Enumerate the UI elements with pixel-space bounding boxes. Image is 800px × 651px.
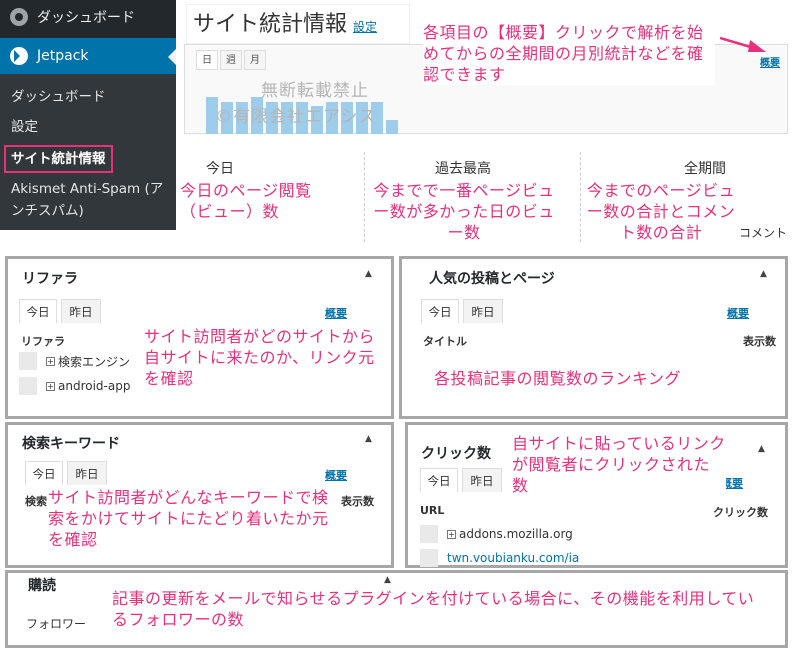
sidebar-item-dashboard[interactable]: ダッシュボード	[0, 0, 176, 34]
note-today: 今日のページ閲覧（ビュー）数	[176, 180, 336, 222]
tab-today[interactable]: 今日	[420, 468, 458, 492]
collapse-caret-icon[interactable]: ▲	[758, 444, 765, 454]
column-header: 表示数	[341, 495, 374, 508]
overview-link[interactable]: 概要	[760, 54, 780, 69]
submenu-dashboard[interactable]: ダッシュボード	[11, 86, 106, 108]
overview-link[interactable]: 概要	[325, 305, 347, 321]
collapse-caret-icon[interactable]: ▲	[384, 575, 391, 585]
tab-today[interactable]: 今日	[25, 461, 63, 485]
column-header: URL	[420, 504, 445, 517]
stat-today-label: 今日	[206, 161, 234, 177]
collapse-caret-icon[interactable]: ▲	[365, 269, 372, 279]
overview-link[interactable]: 概要	[325, 467, 347, 483]
divider	[364, 152, 365, 242]
sidebar-item-label: Jetpack	[37, 48, 89, 64]
note-alltime: 今までのページビュー数の合計とコメント数の合計	[586, 180, 736, 243]
tab-yesterday[interactable]: 昨日	[67, 461, 107, 485]
submenu-site-stats[interactable]: サイト統計情報	[4, 145, 113, 173]
column-header: 表示数	[743, 335, 776, 348]
note-referrer: サイト訪問者がどのサイトから自サイトに来たのか、リンク元を確認	[144, 326, 384, 389]
stat-comments-label: コメント	[739, 226, 788, 240]
widget-title: 購読	[28, 578, 56, 594]
collapse-caret-icon[interactable]: ▲	[760, 269, 767, 279]
divider	[580, 152, 581, 242]
column-header: タイトル	[423, 335, 467, 348]
column-header: リファラ	[21, 335, 65, 348]
widget-title: 人気の投稿とページ	[429, 271, 555, 287]
jetpack-icon	[10, 47, 28, 65]
note-search: サイト訪問者がどんなキーワードで検索をかけてサイトにたどり着いたか元を確認	[48, 487, 330, 550]
sidebar-item-jetpack[interactable]: Jetpack	[0, 38, 176, 74]
red-arrow-icon	[720, 36, 766, 52]
tab-day[interactable]: 日	[196, 50, 218, 70]
column-header: 検索	[25, 495, 47, 508]
admin-sidebar: ダッシュボード Jetpack ダッシュボード 設定 サイト統計情報 Akism…	[0, 0, 176, 230]
tab-yesterday[interactable]: 昨日	[463, 299, 503, 323]
stat-alltime-label: 全期間	[684, 161, 726, 177]
dashboard-icon	[10, 8, 28, 26]
tab-yesterday[interactable]: 昨日	[462, 468, 502, 492]
note-subscribe: 記事の更新をメールで知らせるプラグインを付けている場合に、その機能を利用している…	[112, 588, 758, 630]
tab-today[interactable]: 今日	[19, 299, 57, 323]
tab-month[interactable]: 月	[244, 50, 266, 70]
note-best: 今までで一番ページビュー数が多かった日のビュー数	[370, 180, 558, 243]
column-header: クリック数	[713, 506, 768, 519]
jetpack-submenu: ダッシュボード 設定 サイト統計情報 Akismet Anti-Spam (アン…	[0, 74, 176, 230]
submenu-settings[interactable]: 設定	[11, 116, 38, 138]
stat-best-label: 過去最高	[435, 161, 491, 177]
widget-title: リファラ	[22, 271, 78, 287]
note-top: 各項目の【概要】クリックで解析を始めてからの全期間の月別統計などを確認できます	[423, 22, 715, 85]
widget-top-posts: 人気の投稿とページ ▲ 今日 昨日 概要 タイトル 表示数	[399, 256, 788, 419]
watermark: 無断転載禁止 ©有限会社エアシス	[215, 81, 377, 127]
settings-link[interactable]: 設定	[353, 18, 377, 35]
collapse-caret-icon[interactable]: ▲	[365, 434, 372, 444]
tab-today[interactable]: 今日	[421, 299, 459, 323]
widget-title: 検索キーワード	[22, 436, 120, 452]
page-title: サイト統計情報	[193, 12, 348, 37]
list-item[interactable]: + addons.mozilla.org	[420, 525, 573, 543]
list-item[interactable]: + android-app	[19, 377, 130, 395]
note-top-posts: 各投稿記事の閲覧数のランキング	[434, 368, 764, 389]
widget-title: クリック数	[421, 446, 491, 462]
chart-bar[interactable]	[386, 120, 398, 134]
overview-link[interactable]: 概要	[727, 305, 749, 321]
tab-week[interactable]: 週	[220, 50, 242, 70]
submenu-akismet[interactable]: Akismet Anti-Spam (アンチスパム)	[11, 178, 171, 222]
tab-yesterday[interactable]: 昨日	[61, 299, 101, 323]
note-clicks: 自サイトに貼っているリンクが閲覧者にクリックされた数	[512, 433, 726, 496]
sidebar-item-label: ダッシュボード	[37, 10, 135, 26]
row-label: フォロワー	[26, 617, 87, 631]
list-item[interactable]: + 検索エンジン	[19, 352, 130, 370]
list-item[interactable]: twn.voubianku.com/ia	[420, 549, 579, 567]
